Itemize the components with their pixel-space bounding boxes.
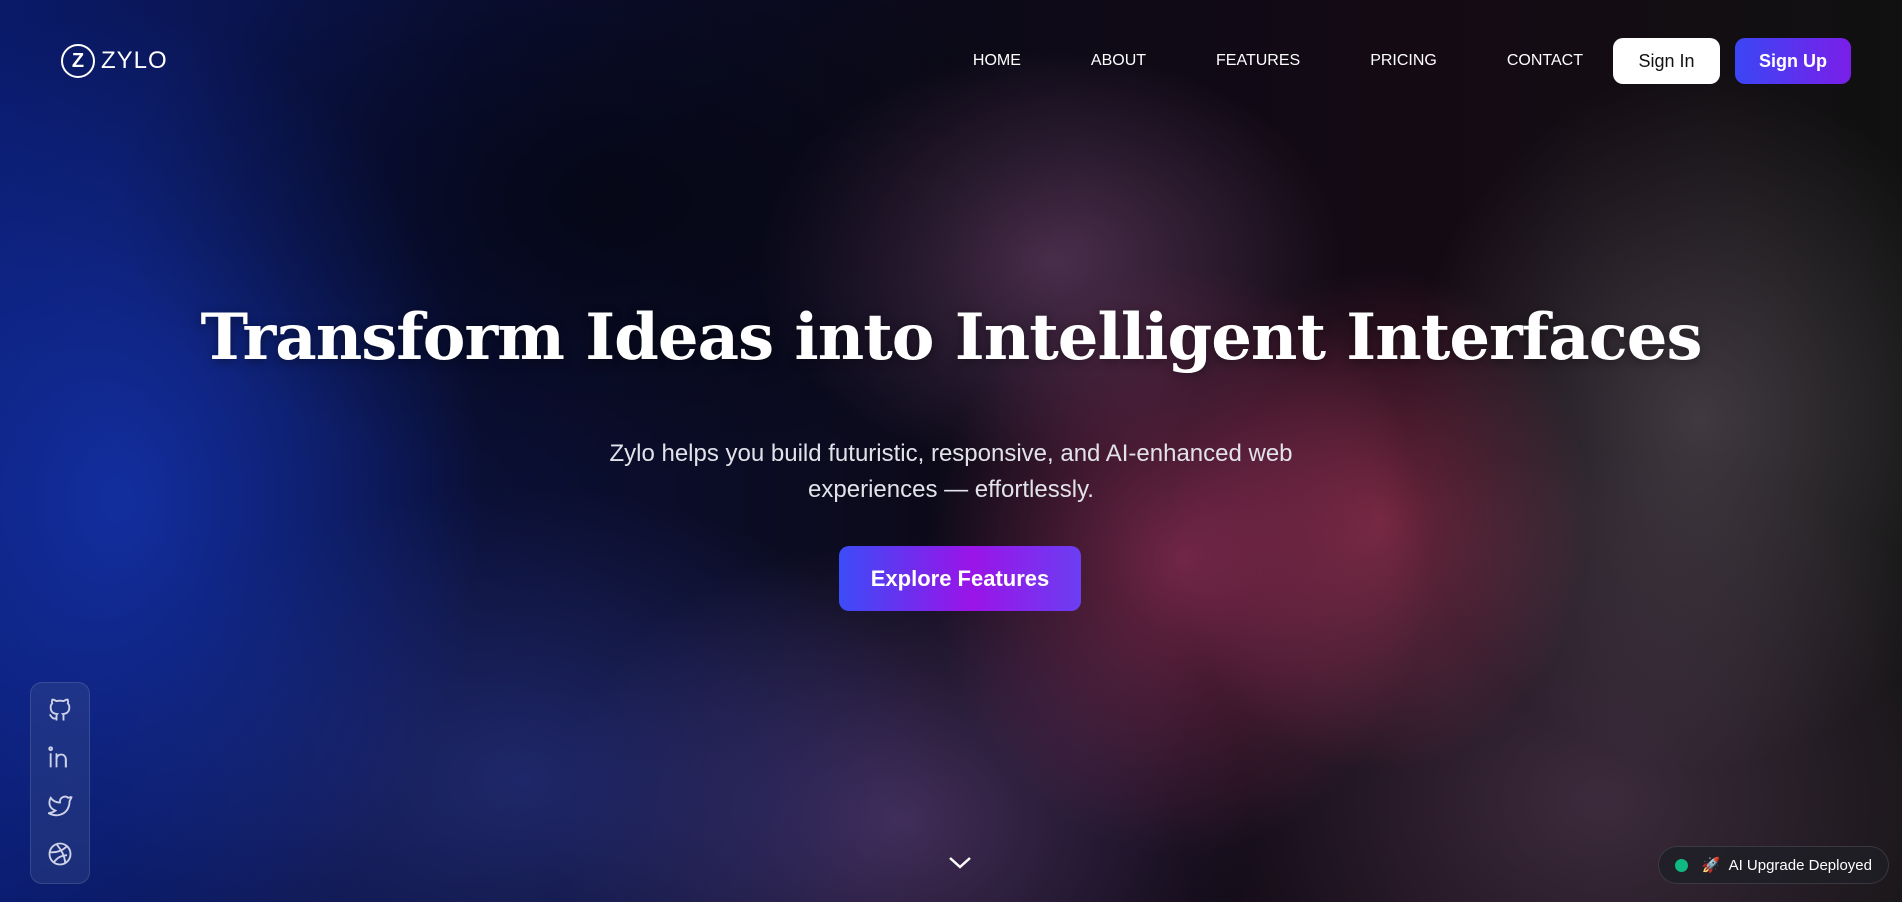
linkedin-icon[interactable] bbox=[43, 741, 77, 775]
site-header: Z ZYLO HOME ABOUT FEATURES PRICING CONTA… bbox=[0, 0, 1902, 120]
twitter-icon[interactable] bbox=[43, 789, 77, 823]
nav-features[interactable]: FEATURES bbox=[1216, 52, 1300, 70]
nav-contact[interactable]: CONTACT bbox=[1507, 52, 1583, 70]
main-nav: HOME ABOUT FEATURES PRICING CONTACT Sign… bbox=[973, 38, 1851, 84]
nav-about[interactable]: ABOUT bbox=[1091, 52, 1146, 70]
sign-in-button[interactable]: Sign In bbox=[1613, 38, 1720, 84]
toast-text: AI Upgrade Deployed bbox=[1728, 856, 1872, 874]
hero-title: Transform Ideas into Intelligent Interfa… bbox=[200, 300, 1703, 375]
nav-pricing[interactable]: PRICING bbox=[1370, 52, 1437, 70]
brand-logo[interactable]: Z ZYLO bbox=[61, 44, 168, 78]
status-toast: 🚀 AI Upgrade Deployed bbox=[1657, 846, 1889, 884]
explore-features-button[interactable]: Explore Features bbox=[839, 546, 1081, 611]
sign-up-button[interactable]: Sign Up bbox=[1735, 38, 1851, 84]
github-icon[interactable] bbox=[43, 693, 77, 727]
logo-icon: Z bbox=[61, 44, 95, 78]
social-links-bar bbox=[30, 682, 90, 884]
rocket-icon: 🚀 bbox=[1701, 857, 1721, 874]
hero-subtitle: Zylo helps you build futuristic, respons… bbox=[609, 440, 1293, 503]
status-dot bbox=[1674, 858, 1688, 872]
dribbble-icon[interactable] bbox=[43, 837, 77, 871]
nav-home[interactable]: HOME bbox=[973, 52, 1021, 70]
brand-name: ZYLO bbox=[101, 47, 168, 74]
scroll-down-chevron-icon[interactable] bbox=[945, 850, 975, 874]
